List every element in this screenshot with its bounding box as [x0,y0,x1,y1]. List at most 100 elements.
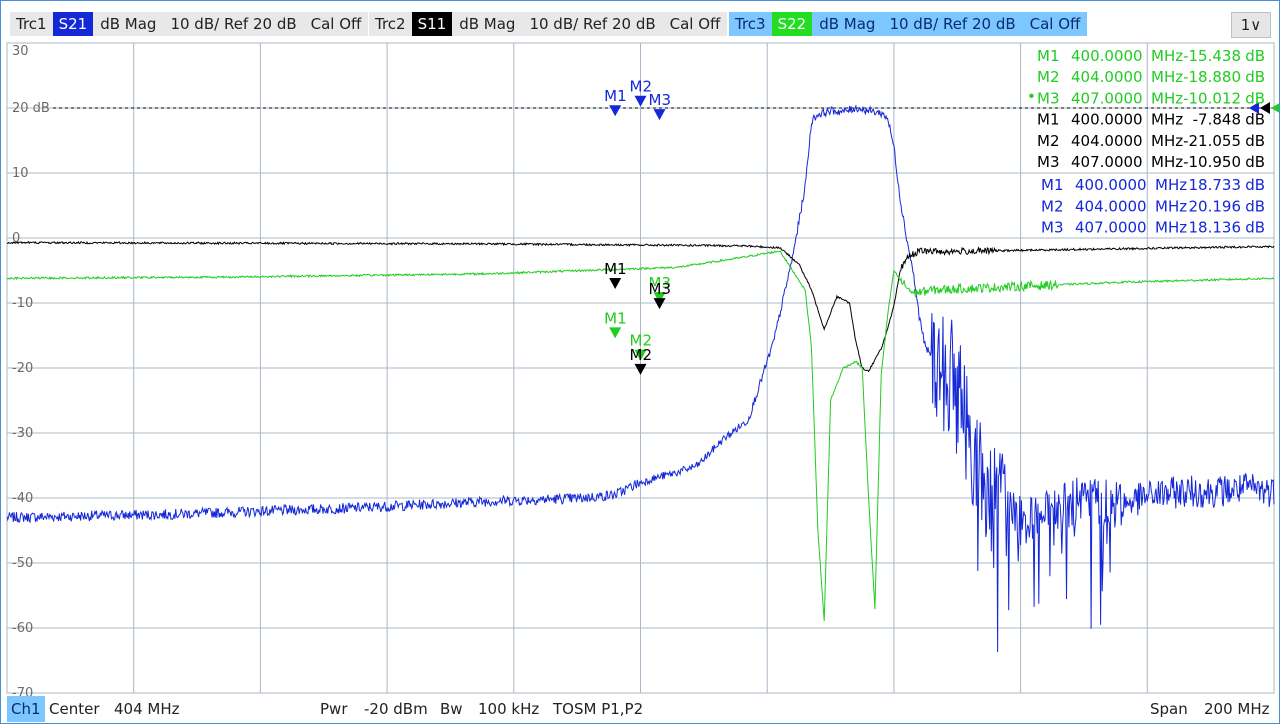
marker-label: M3 [649,91,672,109]
trace-2-format[interactable]: dB Mag [452,12,522,36]
marker-frequency: 404.0000 [1071,68,1143,86]
marker-value: -7.848 [1193,111,1241,129]
marker-name: M3 [1041,219,1064,237]
power-value[interactable]: -20 dBm [364,699,428,719]
marker-frequency-unit: MHz [1155,197,1187,215]
marker-label: M2 [630,346,653,364]
analyzer-window: Trc1 S21 dB Mag 10 dB/ Ref 20 dB Cal Off… [0,0,1280,724]
trace-3-parameter[interactable]: S22 [771,12,813,36]
trace-3-header[interactable]: Trc3 S22 dB Mag 10 dB/ Ref 20 dB Cal Off [729,12,1088,36]
y-tick-label: -50 [12,556,33,571]
trace-2-scale[interactable]: 10 dB/ Ref 20 dB [522,12,662,36]
marker-name: M2 [1041,197,1064,215]
marker-label: M1 [604,87,627,105]
calibration-type[interactable]: TOSM P1,P2 [553,699,643,719]
marker-value: 18.733 [1189,176,1242,194]
marker-value-unit: dB [1245,47,1265,65]
marker-name: M1 [1037,111,1060,129]
y-tick-label: -20 [12,361,33,376]
marker-frequency-unit: MHz [1151,47,1183,65]
marker-triangle-icon[interactable] [653,109,666,121]
marker-value-unit: dB [1245,111,1265,129]
marker-frequency: 407.0000 [1075,219,1147,237]
marker-frequency-unit: MHz [1151,111,1183,129]
marker-frequency: 404.0000 [1075,197,1147,215]
bandwidth-label: Bw [440,700,463,718]
marker-frequency: 407.0000 [1071,153,1143,171]
trace-1-format[interactable]: dB Mag [93,12,163,36]
marker-frequency: 400.0000 [1075,176,1147,194]
y-tick-label: 0 [12,231,20,246]
y-tick-label: 30 [12,44,29,59]
marker-name: M2 [1037,132,1060,150]
y-tick-label: -30 [12,426,33,441]
reference-arrow-icon[interactable] [1271,102,1279,114]
trace-1-label: Trc1 [16,15,47,33]
marker-frequency-unit: MHz [1151,68,1183,86]
span-label: Span [1150,700,1188,718]
power-label: Pwr [320,700,348,718]
trace-diagram[interactable]: 30 20 dB 10 0 -10 -20 -30 -40 -50 -60 -70 M1 M2 M3 M1… [1,41,1279,696]
marker-value-unit: dB [1245,176,1265,194]
channel-status-bar: Ch1 Center 404 MHz Pwr -20 dBm Bw 100 kH… [1,696,1279,722]
marker-name: M2 [1037,68,1060,86]
trace-3-scale[interactable]: 10 dB/ Ref 20 dB [882,12,1022,36]
trace-3-format[interactable]: dB Mag [812,12,882,36]
marker-value-unit: dB [1245,153,1265,171]
y-tick-label: 20 dB [12,101,50,116]
marker-label: M1 [604,309,627,327]
marker-triangle-icon[interactable] [609,105,622,117]
marker-name: M1 [1041,176,1064,194]
marker-frequency: 400.0000 [1071,47,1143,65]
marker-value-unit: dB [1245,219,1265,237]
marker-triangle-icon[interactable] [634,363,647,375]
marker-value-unit: dB [1245,197,1265,215]
channel-indicator[interactable]: Ch1 [7,696,45,722]
marker-frequency: 400.0000 [1071,111,1143,129]
marker-name: M1 [1037,47,1060,65]
trace-1-header[interactable]: Trc1 S21 dB Mag 10 dB/ Ref 20 dB Cal Off [10,12,369,36]
trace-header-bar: Trc1 S21 dB Mag 10 dB/ Ref 20 dB Cal Off… [1,1,1279,41]
marker-label: M3 [649,280,672,298]
marker-frequency: 407.0000 [1071,89,1143,107]
channel-menu-button[interactable]: 1∨ [1231,12,1271,38]
trace-2-cal[interactable]: Cal Off [663,12,728,36]
marker-value: -10.012 [1183,89,1241,107]
marker-frequency-unit: MHz [1155,219,1187,237]
marker-triangle-icon[interactable] [609,327,622,339]
marker-triangle-icon[interactable] [609,278,622,290]
bandwidth-value[interactable]: 100 kHz [478,699,539,719]
marker-value: -21.055 [1183,132,1241,150]
marker-label: M1 [604,260,627,278]
marker-value: -18.880 [1183,68,1241,86]
marker-value: -15.438 [1183,47,1241,65]
trace-2-parameter[interactable]: S11 [411,12,453,36]
marker-frequency: 404.0000 [1071,132,1143,150]
marker-triangle-icon[interactable] [653,298,666,310]
y-tick-label: 10 [12,166,29,181]
active-marker-dot: • [1027,87,1036,105]
trace-3-label: Trc3 [735,15,766,33]
trace-3-cal[interactable]: Cal Off [1023,12,1088,36]
center-label: Center [49,700,100,718]
marker-frequency-unit: MHz [1151,132,1183,150]
marker-value: 20.196 [1189,197,1242,215]
center-value[interactable]: 404 MHz [114,699,180,719]
marker-name: M3 [1037,153,1060,171]
y-tick-label: -70 [12,686,33,696]
y-axis-labels: 30 20 dB 10 0 -10 -20 -30 -40 -50 -60 -70 [12,44,50,696]
marker-info-table: M1 400.0000 MHz -15.438 dBM2 404.0000 MHz -18.8… [1027,47,1265,237]
trace-1-parameter[interactable]: S21 [52,12,94,36]
y-tick-label: -10 [12,296,33,311]
marker-value-unit: dB [1245,89,1265,107]
trace-1-scale[interactable]: 10 dB/ Ref 20 dB [163,12,303,36]
marker-name: M3 [1037,89,1060,107]
trace-markers: M1M2M3M1M2M3M1M2M3 [604,78,671,375]
y-tick-label: -60 [12,621,33,636]
span-value[interactable]: 200 MHz [1204,699,1270,719]
marker-triangle-icon[interactable] [634,95,647,107]
trace-2-header[interactable]: Trc2 S11 dB Mag 10 dB/ Ref 20 dB Cal Off [369,12,728,36]
trace-1-cal[interactable]: Cal Off [304,12,369,36]
marker-value-unit: dB [1245,132,1265,150]
trace-2-label: Trc2 [375,15,406,33]
